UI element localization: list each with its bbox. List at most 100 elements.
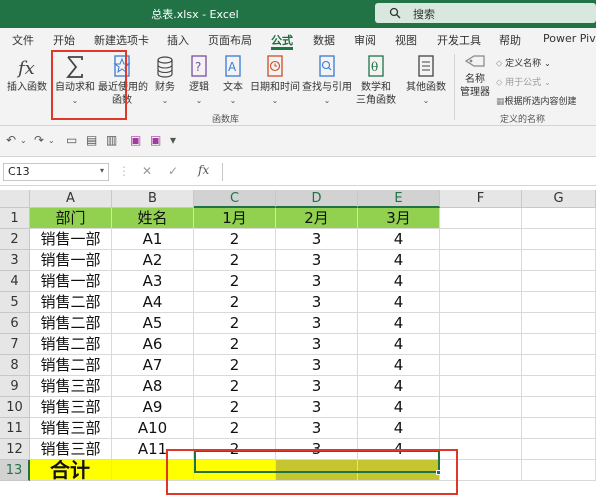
text-button[interactable]: A 文本 ⌄ [218, 53, 248, 107]
chevron-down-icon[interactable]: ⌄ [48, 136, 55, 145]
tab-developer[interactable]: 开发工具 [437, 32, 481, 48]
cell-d4[interactable]: 3 [276, 271, 358, 292]
name-manager-button[interactable]: 名称 管理器 [458, 53, 492, 99]
row-header-4[interactable]: 4 [0, 271, 30, 292]
logical-button[interactable]: ? 逻辑 ⌄ [184, 53, 214, 107]
column-header-c[interactable]: C [194, 190, 276, 208]
cell-c3[interactable]: 2 [194, 250, 276, 271]
cell-f3[interactable] [440, 250, 522, 271]
cell-d11[interactable]: 3 [276, 418, 358, 439]
cell-c4[interactable]: 2 [194, 271, 276, 292]
cell-e4[interactable]: 4 [358, 271, 440, 292]
tab-review[interactable]: 审阅 [354, 32, 376, 48]
cell-b8[interactable]: A7 [112, 355, 194, 376]
print-preview-icon[interactable]: ▤ [86, 133, 97, 147]
create-from-selection-button[interactable]: ▦根据所选内容创建 [496, 94, 577, 107]
cell-a3[interactable]: 销售一部 [30, 250, 112, 271]
tab-help[interactable]: 帮助 [499, 32, 521, 48]
cell-g7[interactable] [522, 334, 596, 355]
cell-b6[interactable]: A5 [112, 313, 194, 334]
cell-f1[interactable] [440, 208, 522, 229]
cell-d10[interactable]: 3 [276, 397, 358, 418]
cell-d6[interactable]: 3 [276, 313, 358, 334]
tab-data[interactable]: 数据 [313, 32, 335, 48]
use-in-formula-button[interactable]: ⬦ 用于公式 ⌄ [496, 75, 551, 88]
cell-c8[interactable]: 2 [194, 355, 276, 376]
cell-d2[interactable]: 3 [276, 229, 358, 250]
cell-a4[interactable]: 销售一部 [30, 271, 112, 292]
cell-g1[interactable] [522, 208, 596, 229]
cell-b3[interactable]: A2 [112, 250, 194, 271]
math-trig-button[interactable]: θ 数学和 三角函数 [354, 53, 398, 107]
cancel-icon[interactable]: ✕ [142, 164, 152, 178]
cell-g11[interactable] [522, 418, 596, 439]
cell-f4[interactable] [440, 271, 522, 292]
tab-page-layout[interactable]: 页面布局 [208, 32, 252, 48]
cell-b4[interactable]: A3 [112, 271, 194, 292]
cell-a9[interactable]: 销售三部 [30, 376, 112, 397]
cell-g9[interactable] [522, 376, 596, 397]
cell-a12[interactable]: 销售三部 [30, 439, 112, 460]
row-header-13[interactable]: 13 [0, 460, 30, 481]
cell-f9[interactable] [440, 376, 522, 397]
cell-e11[interactable]: 4 [358, 418, 440, 439]
cell-b10[interactable]: A9 [112, 397, 194, 418]
undo-icon[interactable]: ↶ [6, 133, 16, 147]
define-name-button[interactable]: ⬦ 定义名称 ⌄ [496, 56, 551, 69]
cell-d5[interactable]: 3 [276, 292, 358, 313]
cell-e2[interactable]: 4 [358, 229, 440, 250]
select-all-corner[interactable] [0, 190, 30, 208]
cell-a10[interactable]: 销售三部 [30, 397, 112, 418]
cell-d1[interactable]: 2月 [276, 208, 358, 229]
cell-f7[interactable] [440, 334, 522, 355]
row-header-12[interactable]: 12 [0, 439, 30, 460]
cell-e9[interactable]: 4 [358, 376, 440, 397]
row-header-3[interactable]: 3 [0, 250, 30, 271]
row-header-6[interactable]: 6 [0, 313, 30, 334]
cell-c2[interactable]: 2 [194, 229, 276, 250]
cell-e8[interactable]: 4 [358, 355, 440, 376]
cell-a2[interactable]: 销售一部 [30, 229, 112, 250]
cell-c7[interactable]: 2 [194, 334, 276, 355]
cell-c10[interactable]: 2 [194, 397, 276, 418]
chevron-down-icon[interactable]: ⌄ [20, 136, 27, 145]
column-header-a[interactable]: A [30, 190, 112, 208]
tab-new[interactable]: 新建选项卡 [94, 32, 149, 48]
cell-f5[interactable] [440, 292, 522, 313]
datetime-button[interactable]: 日期和时间 ⌄ [250, 53, 300, 107]
save-icon[interactable]: ▣ [130, 133, 141, 147]
cell-b2[interactable]: A1 [112, 229, 194, 250]
cell-c11[interactable]: 2 [194, 418, 276, 439]
row-header-11[interactable]: 11 [0, 418, 30, 439]
cell-f10[interactable] [440, 397, 522, 418]
column-header-b[interactable]: B [112, 190, 194, 208]
customize-icon[interactable]: ▾ [170, 133, 176, 147]
column-header-e[interactable]: E [358, 190, 440, 208]
cell-c6[interactable]: 2 [194, 313, 276, 334]
cell-a13[interactable]: 合计 [30, 460, 112, 481]
enter-icon[interactable]: ✓ [168, 164, 178, 178]
tab-view[interactable]: 视图 [395, 32, 417, 48]
cell-a7[interactable]: 销售二部 [30, 334, 112, 355]
cell-a5[interactable]: 销售二部 [30, 292, 112, 313]
cell-b7[interactable]: A6 [112, 334, 194, 355]
cell-a8[interactable]: 销售二部 [30, 355, 112, 376]
form-icon[interactable]: ▭ [66, 133, 77, 147]
column-header-f[interactable]: F [440, 190, 522, 208]
row-header-2[interactable]: 2 [0, 229, 30, 250]
cell-g12[interactable] [522, 439, 596, 460]
cell-e7[interactable]: 4 [358, 334, 440, 355]
cell-f8[interactable] [440, 355, 522, 376]
cell-e6[interactable]: 4 [358, 313, 440, 334]
insert-function-button[interactable]: fx 插入函数 [6, 53, 48, 94]
cell-g5[interactable] [522, 292, 596, 313]
formula-input[interactable] [222, 163, 596, 181]
more-functions-button[interactable]: 其他函数 ⌄ [404, 53, 448, 107]
tab-power-pivot[interactable]: Power Pivo [543, 32, 596, 45]
cell-b11[interactable]: A10 [112, 418, 194, 439]
cell-d9[interactable]: 3 [276, 376, 358, 397]
tab-insert[interactable]: 插入 [167, 32, 189, 48]
insert-function-icon[interactable]: fx [198, 163, 209, 177]
cell-c1[interactable]: 1月 [194, 208, 276, 229]
cell-g6[interactable] [522, 313, 596, 334]
